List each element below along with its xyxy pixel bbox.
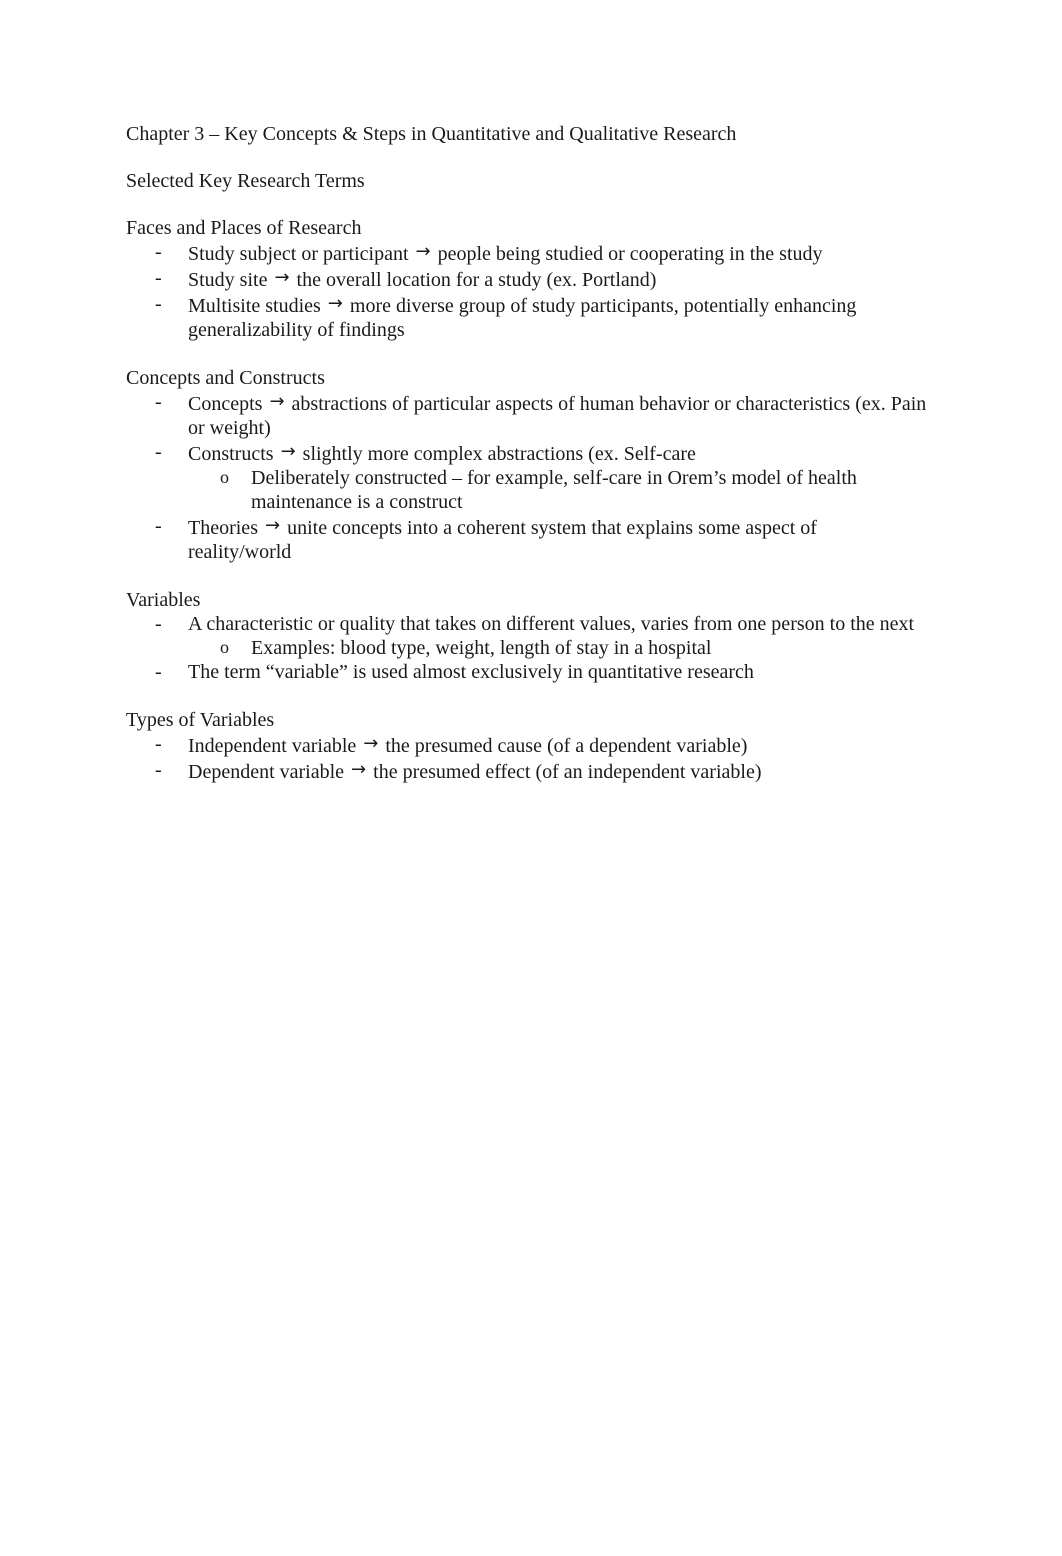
dash-bullet-icon: - — [155, 733, 162, 755]
list-item: - A characteristic or quality that takes… — [126, 612, 926, 660]
list-item: - Theories → unite concepts into a coher… — [126, 514, 926, 564]
arrow-right-icon: → — [415, 241, 431, 262]
list-item: - Concepts → abstractions of particular … — [126, 390, 926, 440]
section-heading: Concepts and Constructs — [126, 367, 325, 389]
document-title: Chapter 3 – Key Concepts & Steps in Quan… — [126, 123, 737, 145]
sub-item-text: Examples: blood type, weight, length of … — [251, 637, 712, 659]
sub-item-text: Deliberately constructed – for example, … — [251, 467, 857, 513]
arrow-right-icon: → — [327, 293, 343, 314]
section-types-of-variables: Types of Variables - Independent variabl… — [126, 708, 926, 784]
arrow-right-icon: → — [363, 733, 379, 754]
term: Dependent variable — [188, 761, 345, 783]
list-item: - Independent variable → the presumed ca… — [126, 732, 926, 758]
definition: the presumed effect (of an independent v… — [373, 761, 762, 783]
list-item: - The term “variable” is used almost exc… — [126, 660, 926, 684]
term: Independent variable — [188, 735, 357, 757]
dash-bullet-icon: - — [155, 759, 162, 781]
item-text: A characteristic or quality that takes o… — [188, 613, 915, 635]
section-heading: Types of Variables — [126, 709, 275, 731]
list-item: - Study site → the overall location for … — [126, 266, 926, 292]
definition: unite concepts into a coherent system th… — [188, 517, 817, 563]
definition: the overall location for a study (ex. Po… — [296, 269, 657, 291]
circle-bullet-icon: o — [220, 467, 229, 487]
document-subtitle: Selected Key Research Terms — [126, 170, 365, 192]
definition: slightly more complex abstractions (ex. … — [302, 443, 696, 465]
list-item: - Multisite studies → more diverse group… — [126, 292, 926, 342]
list-item: - Constructs → slightly more complex abs… — [126, 440, 926, 514]
term: Concepts — [188, 393, 263, 415]
item-text: The term “variable” is used almost exclu… — [188, 661, 754, 683]
list-item: - Dependent variable → the presumed effe… — [126, 758, 926, 784]
section-heading: Variables — [126, 589, 201, 611]
bullet-list: - A characteristic or quality that takes… — [126, 612, 926, 684]
arrow-right-icon: → — [269, 391, 285, 412]
term: Theories — [188, 517, 258, 539]
bullet-list: - Concepts → abstractions of particular … — [126, 390, 926, 564]
section-faces-and-places: Faces and Places of Research - Study sub… — [126, 216, 926, 342]
dash-bullet-icon: - — [155, 391, 162, 413]
arrow-right-icon: → — [280, 441, 296, 462]
definition: the presumed cause (of a dependent varia… — [385, 735, 748, 757]
dash-bullet-icon: - — [155, 241, 162, 263]
bullet-list: - Study subject or participant → people … — [126, 240, 926, 342]
definition: abstractions of particular aspects of hu… — [188, 393, 927, 439]
term: Study site — [188, 269, 268, 291]
sub-list-item: o Deliberately constructed – for example… — [188, 466, 926, 514]
section-variables: Variables - A characteristic or quality … — [126, 588, 926, 684]
dash-bullet-icon: - — [155, 441, 162, 463]
circle-bullet-icon: o — [220, 637, 229, 657]
term: Study subject or participant — [188, 243, 409, 265]
term: Multisite studies — [188, 295, 321, 317]
sub-bullet-list: o Deliberately constructed – for example… — [126, 466, 926, 514]
dash-bullet-icon: - — [155, 515, 162, 537]
bullet-list: - Independent variable → the presumed ca… — [126, 732, 926, 784]
arrow-right-icon: → — [274, 267, 290, 288]
sub-bullet-list: o Examples: blood type, weight, length o… — [126, 636, 926, 660]
list-item: - Study subject or participant → people … — [126, 240, 926, 266]
arrow-right-icon: → — [264, 515, 281, 536]
definition: people being studied or cooperating in t… — [437, 243, 823, 265]
section-concepts-and-constructs: Concepts and Constructs - Concepts → abs… — [126, 366, 926, 564]
section-heading: Faces and Places of Research — [126, 217, 362, 239]
dash-bullet-icon: - — [155, 613, 162, 635]
dash-bullet-icon: - — [155, 293, 162, 315]
term: Constructs — [188, 443, 274, 465]
sub-list-item: o Examples: blood type, weight, length o… — [188, 636, 926, 660]
dash-bullet-icon: - — [155, 267, 162, 289]
arrow-right-icon: → — [351, 759, 367, 780]
dash-bullet-icon: - — [155, 661, 162, 683]
document-page: Chapter 3 – Key Concepts & Steps in Quan… — [126, 122, 926, 808]
